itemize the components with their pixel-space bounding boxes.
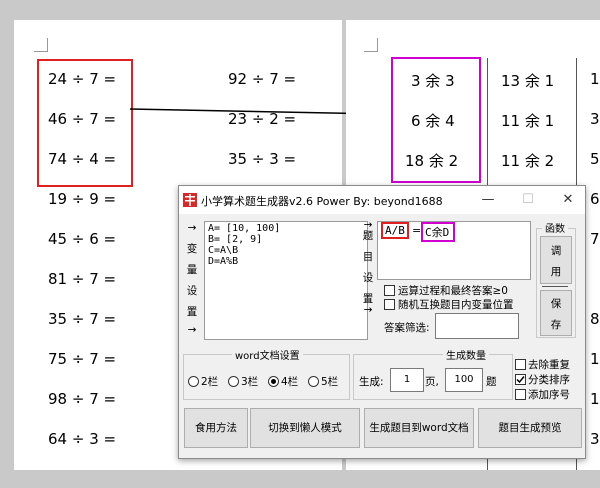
swap-vars-checkbox[interactable] — [384, 299, 395, 310]
question: 35 ÷ 3 = — [228, 150, 297, 168]
question: 98 ÷ 7 = — [48, 390, 117, 408]
call-button-char: 用 — [550, 266, 562, 278]
vars-label-char: 置 — [186, 306, 198, 318]
close-button[interactable]: ✕ — [557, 190, 579, 210]
pages-input[interactable]: 1 — [390, 368, 424, 392]
radio-selected-dot — [271, 379, 276, 384]
column-5-label: 5栏 — [321, 376, 339, 388]
question: 75 ÷ 7 = — [48, 350, 117, 368]
dialog-titlebar: 小学算术题生成器v2.6 Power By: beyond1688 — ☐ ✕ — [179, 186, 585, 214]
question: 81 ÷ 7 = — [48, 270, 117, 288]
crop-mark — [377, 38, 378, 52]
answer: 13 余 1 — [501, 72, 555, 90]
question: 45 ÷ 6 = — [48, 230, 117, 248]
problem-label-char: 题 — [362, 230, 374, 242]
column-2-radio[interactable] — [188, 376, 199, 387]
serial-checkbox[interactable] — [515, 389, 526, 400]
questions-unit: 题 — [486, 376, 497, 388]
column-4-label: 4栏 — [281, 376, 299, 388]
dedupe-label: 去除重复 — [528, 359, 570, 371]
sort-checkbox[interactable] — [515, 374, 526, 385]
question: 92 ÷ 7 = — [228, 70, 297, 88]
variables-textarea[interactable]: A= [10, 100] B= [2, 9] C=A\B D=A%B — [204, 221, 368, 340]
generate-label: 生成: — [359, 376, 384, 388]
var-line: B= [2, 9] — [208, 234, 263, 245]
maximize-button[interactable]: ☐ — [517, 190, 539, 210]
answer-filter-label: 答案筛选: — [384, 322, 430, 334]
question: 19 ÷ 9 = — [48, 190, 117, 208]
answer-filter-input[interactable] — [435, 313, 519, 339]
var-line: A= [10, 100] — [208, 223, 281, 234]
crop-mark — [34, 51, 48, 52]
arrow-right-icon: → — [187, 324, 197, 336]
answer: 11 余 2 — [501, 152, 555, 170]
answer: 8 — [590, 310, 600, 328]
call-button-char: 调 — [550, 245, 562, 257]
arrow-right-icon: → — [363, 304, 373, 316]
vars-label-char: 设 — [186, 285, 198, 297]
function-label: 函数 — [542, 220, 568, 235]
save-button-char: 存 — [550, 319, 562, 331]
problem-expr-right: C余D — [421, 222, 456, 242]
process-answer-label: 运算过程和最终答案≥0 — [398, 285, 508, 297]
dialog-title: 小学算术题生成器v2.6 Power By: beyond1688 — [201, 195, 443, 208]
answer: 5 — [590, 150, 600, 168]
answer: 1 — [590, 350, 600, 368]
question: 35 ÷ 7 = — [48, 310, 117, 328]
answer: 1 — [590, 390, 600, 408]
lazy-mode-button[interactable]: 切换到懒人模式 — [250, 408, 360, 448]
column-4-radio[interactable] — [268, 376, 279, 387]
swap-vars-label: 随机互换题目内变量位置 — [398, 299, 514, 311]
highlight-answers-box — [391, 57, 481, 183]
vars-label-char: 量 — [186, 264, 198, 276]
dedupe-checkbox[interactable] — [515, 359, 526, 370]
minimize-button[interactable]: — — [477, 190, 499, 210]
problem-label-char: 设 — [362, 272, 374, 284]
save-function-button[interactable]: 保 存 — [540, 290, 572, 336]
questions-input[interactable]: 100 — [445, 368, 483, 392]
answer: 3 — [590, 110, 600, 128]
process-answer-checkbox[interactable] — [384, 285, 395, 296]
usage-button[interactable]: 食用方法 — [184, 408, 248, 448]
var-line: C=A\B — [208, 245, 239, 256]
generate-word-button[interactable]: 生成题目到word文档 — [364, 408, 474, 448]
preview-button[interactable]: 题目生成预览 — [478, 408, 582, 448]
problem-equals: = — [412, 224, 422, 237]
column-2-label: 2栏 — [201, 376, 219, 388]
column-5-radio[interactable] — [308, 376, 319, 387]
call-function-button[interactable]: 调 用 — [540, 236, 572, 284]
answer: 1 — [590, 70, 600, 88]
divider — [542, 286, 568, 287]
sort-label: 分类排序 — [528, 374, 570, 386]
var-line: D=A%B — [208, 256, 239, 267]
app-logo-icon — [183, 193, 197, 207]
generator-dialog: 小学算术题生成器v2.6 Power By: beyond1688 — ☐ ✕ … — [178, 185, 586, 459]
serial-label: 添加序号 — [528, 389, 570, 401]
column-3-label: 3栏 — [241, 376, 259, 388]
vars-label-char: 变 — [186, 243, 198, 255]
crop-mark — [364, 51, 378, 52]
checkmark-icon — [516, 376, 525, 384]
answer: 6 — [590, 190, 600, 208]
answer: 3 — [590, 430, 600, 448]
answer: 7 — [590, 230, 600, 248]
pages-unit: 页, — [425, 376, 439, 388]
highlight-questions-box — [37, 59, 133, 187]
arrow-right-icon: → — [187, 222, 197, 234]
save-button-char: 保 — [550, 298, 562, 310]
question: 64 ÷ 3 = — [48, 430, 117, 448]
problem-label-char: 目 — [362, 251, 374, 263]
answer: 11 余 1 — [501, 112, 555, 130]
crop-mark — [47, 38, 48, 52]
problem-expr-left: A/B — [381, 222, 409, 239]
column-3-radio[interactable] — [228, 376, 239, 387]
word-settings-title: word文档设置 — [232, 347, 303, 362]
generation-count-title: 生成数量 — [443, 347, 489, 362]
